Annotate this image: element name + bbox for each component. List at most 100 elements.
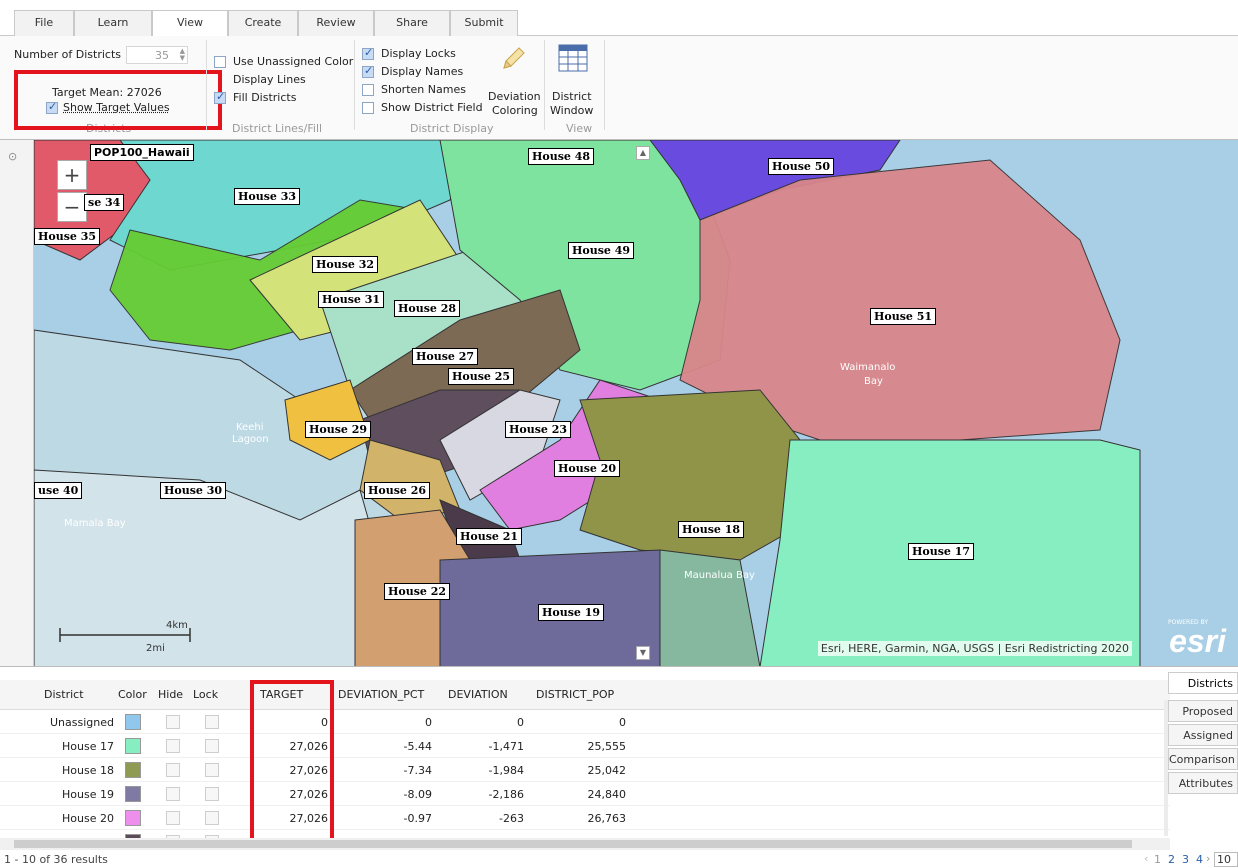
next-page-icon[interactable]: › — [1206, 852, 1210, 865]
lock-checkbox[interactable] — [205, 811, 219, 825]
place-keehi: Keehi — [236, 422, 264, 433]
cell-district-pop: 26,763 — [587, 812, 627, 825]
vertical-scrollbar[interactable] — [1164, 700, 1168, 836]
map-attribution: Esri, HERE, Garmin, NGA, USGS | Esri Red… — [817, 641, 1132, 656]
scroll-thumb[interactable] — [14, 840, 1132, 848]
expand-arrow-icon[interactable]: ▲ — [636, 146, 650, 160]
lock-checkbox[interactable] — [205, 763, 219, 777]
stepper-arrows-icon[interactable]: ▲ ▼ — [180, 48, 185, 62]
fill-districts-checkbox[interactable] — [214, 90, 226, 104]
lock-checkbox[interactable] — [205, 739, 219, 753]
layer-title: POP100_Hawaii — [90, 144, 194, 161]
use-unassigned-color-checkbox[interactable] — [214, 56, 226, 68]
tab-assigned[interactable]: Assigned — [1168, 724, 1238, 746]
table-row[interactable]: House 20 27,026 -0.97 -263 26,763 — [0, 806, 1170, 830]
table-grid-icon — [558, 44, 588, 72]
show-district-field-label[interactable]: Show District Field — [381, 101, 483, 114]
group-divider — [354, 40, 355, 130]
display-lines-label[interactable]: Display Lines — [233, 73, 306, 86]
show-district-field-checkbox[interactable] — [362, 102, 374, 114]
page-3[interactable]: 3 — [1182, 853, 1189, 866]
district-label-house-23: House 23 — [505, 421, 572, 438]
district-label-house-40: use 40 — [34, 482, 83, 499]
highlight-target-box — [14, 70, 222, 130]
tab-learn[interactable]: Learn — [74, 10, 152, 36]
col-color[interactable]: Color — [118, 688, 147, 701]
tab-submit[interactable]: Submit — [450, 10, 518, 36]
hide-checkbox[interactable] — [166, 739, 180, 753]
number-of-districts-label: Number of Districts — [14, 48, 122, 61]
zoom-in-button[interactable]: + — [57, 160, 87, 190]
hide-checkbox[interactable] — [166, 787, 180, 801]
color-swatch[interactable] — [125, 762, 141, 778]
cell-deviation: -1,984 — [488, 764, 524, 777]
tab-comparison[interactable]: Comparison — [1168, 748, 1238, 770]
shorten-names-checkbox[interactable] — [362, 84, 374, 96]
color-swatch[interactable] — [125, 738, 141, 754]
district-label-house-35: House 35 — [34, 228, 101, 245]
group-divider — [206, 40, 207, 130]
tab-create[interactable]: Create — [228, 10, 298, 36]
deviation-coloring-button[interactable]: Deviation Coloring — [484, 40, 542, 122]
prev-page-icon[interactable]: ‹ — [1144, 852, 1148, 865]
tab-file[interactable]: File — [14, 10, 74, 36]
page-size-value: 10 — [1217, 853, 1231, 866]
tab-attributes[interactable]: Attributes — [1168, 772, 1238, 794]
page-1[interactable]: 1 — [1154, 853, 1161, 866]
district-map[interactable]: ⊙ + − POP100_Hawaii House 48 House 50 se… — [0, 140, 1238, 667]
hide-checkbox[interactable] — [166, 715, 180, 729]
district-window-button[interactable]: District Window — [548, 40, 600, 122]
tab-review[interactable]: Review — [298, 10, 374, 36]
page-2[interactable]: 2 — [1168, 853, 1175, 866]
table-row[interactable]: House 17 27,026 -5.44 -1,471 25,555 — [0, 734, 1170, 758]
map-canvas[interactable] — [0, 140, 1238, 667]
shorten-names-label[interactable]: Shorten Names — [381, 83, 466, 96]
col-lock[interactable]: Lock — [193, 688, 218, 701]
horizontal-scrollbar[interactable] — [0, 838, 1170, 850]
col-district-pop[interactable]: DISTRICT_POP — [536, 688, 614, 701]
col-hide[interactable]: Hide — [158, 688, 183, 701]
hide-checkbox[interactable] — [166, 763, 180, 777]
tab-proposed[interactable]: Proposed — [1168, 700, 1238, 722]
color-swatch[interactable] — [125, 786, 141, 802]
lock-checkbox[interactable] — [205, 715, 219, 729]
fill-districts-label[interactable]: Fill Districts — [233, 91, 296, 104]
display-locks-label[interactable]: Display Locks — [381, 47, 456, 60]
display-names-label[interactable]: Display Names — [381, 65, 463, 78]
table-row[interactable]: House 19 27,026 -8.09 -2,186 24,840 — [0, 782, 1170, 806]
district-label-house-20: House 20 — [554, 460, 621, 477]
table-row[interactable]: Unassigned 0 0 0 0 — [0, 710, 1170, 734]
expand-panel-icon[interactable]: ⊙ — [8, 150, 17, 163]
collapse-arrow-icon[interactable]: ▼ — [636, 646, 650, 660]
col-deviation[interactable]: DEVIATION — [448, 688, 508, 701]
display-locks-checkbox[interactable] — [362, 46, 374, 60]
district-label-house-22: House 22 — [384, 583, 451, 600]
color-swatch[interactable] — [125, 810, 141, 826]
color-swatch[interactable] — [125, 714, 141, 730]
district-label-house-50: House 50 — [768, 158, 835, 175]
tab-share[interactable]: Share — [374, 10, 450, 36]
district-label-house-29: House 29 — [305, 421, 372, 438]
ribbon-tabs: File Learn View Create Review Share Subm… — [0, 0, 1238, 37]
district-label-house-31: House 31 — [318, 291, 385, 308]
cell-district: House 20 — [62, 812, 114, 825]
group-divider — [544, 40, 545, 130]
cell-deviation-pct: -8.09 — [403, 788, 432, 801]
district-label-house-48: House 48 — [528, 148, 595, 165]
page-size-select[interactable]: 10 — [1214, 852, 1238, 867]
number-of-districts-stepper[interactable]: 35 ▲ ▼ — [126, 46, 188, 64]
use-unassigned-color-label[interactable]: Use Unassigned Color — [233, 55, 353, 68]
page-4[interactable]: 4 — [1196, 853, 1203, 866]
place-bay: Bay — [864, 376, 883, 387]
hide-checkbox[interactable] — [166, 811, 180, 825]
lock-checkbox[interactable] — [205, 787, 219, 801]
cell-district: House 17 — [62, 740, 114, 753]
display-names-checkbox[interactable] — [362, 64, 374, 78]
table-row[interactable]: House 18 27,026 -7.34 -1,984 25,042 — [0, 758, 1170, 782]
tab-view[interactable]: View — [152, 10, 228, 37]
col-deviation-pct[interactable]: DEVIATION_PCT — [338, 688, 424, 701]
col-district[interactable]: District — [44, 688, 84, 701]
zoom-out-button[interactable]: − — [57, 192, 87, 222]
tab-districts[interactable]: Districts — [1168, 672, 1238, 694]
district-label-house-28: House 28 — [394, 300, 461, 317]
